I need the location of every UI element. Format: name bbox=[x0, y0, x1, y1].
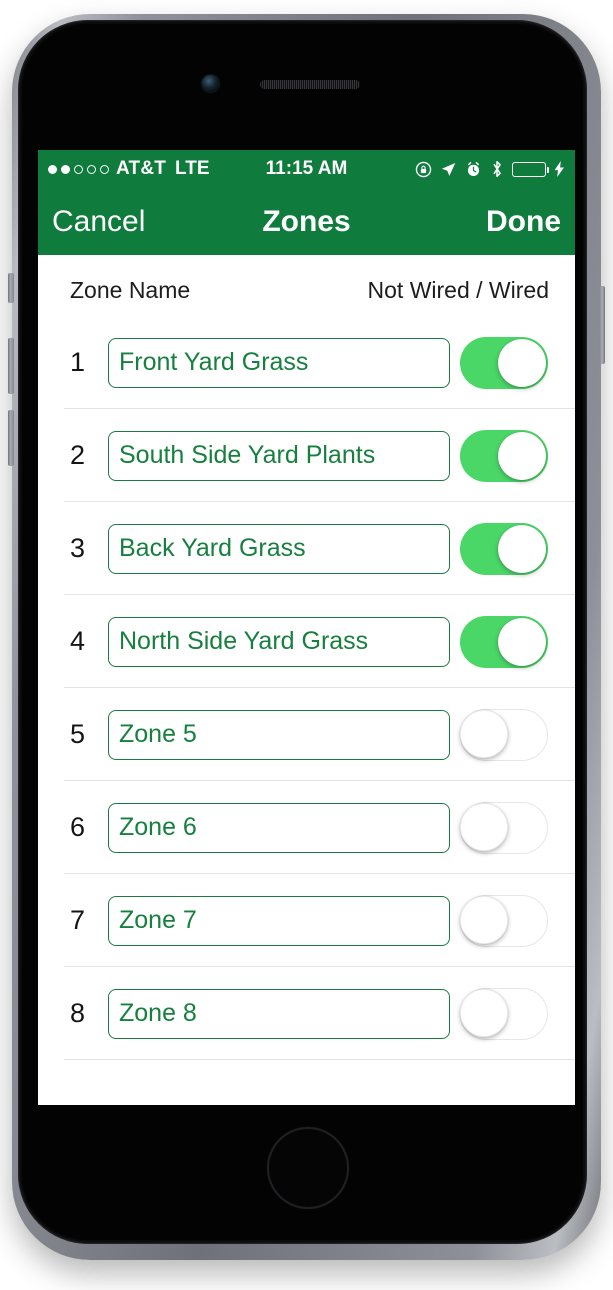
wired-toggle[interactable] bbox=[460, 894, 548, 947]
wired-toggle-cell bbox=[450, 987, 558, 1040]
zone-index-label: 7 bbox=[70, 905, 86, 935]
front-camera-icon bbox=[202, 75, 219, 92]
zone-index-label: 8 bbox=[70, 998, 86, 1028]
wired-toggle-cell bbox=[450, 429, 558, 482]
zone-index-label: 5 bbox=[70, 719, 86, 749]
zone-name-input[interactable] bbox=[108, 430, 450, 481]
wired-toggle[interactable] bbox=[460, 987, 548, 1040]
phone-screen: AT&T LTE 11:15 AM Cancel Zones Done Zone… bbox=[38, 150, 575, 1105]
toggle-knob bbox=[498, 338, 546, 387]
zone-index-label: 4 bbox=[70, 626, 86, 656]
wired-toggle-cell bbox=[450, 522, 558, 575]
wired-toggle[interactable] bbox=[460, 522, 548, 575]
zone-name-input[interactable] bbox=[108, 337, 450, 388]
charging-bolt-icon bbox=[554, 161, 565, 177]
wired-toggle[interactable] bbox=[460, 429, 548, 482]
signal-strength-icon bbox=[48, 164, 109, 174]
toggle-knob bbox=[498, 431, 546, 480]
zone-name-input[interactable] bbox=[108, 802, 450, 853]
toggle-knob bbox=[460, 895, 508, 944]
toggle-knob bbox=[498, 617, 546, 666]
list-column-headers: Zone Name Not Wired / Wired bbox=[38, 255, 575, 316]
zone-row: 4 bbox=[38, 595, 575, 688]
wired-toggle-cell bbox=[450, 801, 558, 854]
zone-index-label: 1 bbox=[70, 347, 86, 377]
zone-index-label: 3 bbox=[70, 533, 86, 563]
carrier-label: AT&T bbox=[116, 158, 167, 179]
zone-row: 1 bbox=[38, 316, 575, 409]
zones-content: Zone Name Not Wired / Wired 1 2 3 4 5 6 7 8 bbox=[38, 255, 575, 1105]
zone-row: 8 bbox=[38, 967, 575, 1060]
silent-switch[interactable] bbox=[8, 273, 14, 303]
status-bar-right bbox=[415, 160, 565, 178]
zone-name-input[interactable] bbox=[108, 895, 450, 946]
toggle-knob bbox=[498, 524, 546, 573]
zone-name-input[interactable] bbox=[108, 616, 450, 667]
earpiece-speaker-icon bbox=[260, 80, 360, 89]
battery-icon bbox=[512, 161, 550, 177]
wired-column-header: Not Wired / Wired bbox=[367, 277, 549, 303]
volume-down-button[interactable] bbox=[8, 410, 14, 466]
wired-toggle-cell bbox=[450, 708, 558, 761]
home-button[interactable] bbox=[267, 1127, 349, 1209]
volume-up-button[interactable] bbox=[8, 338, 14, 394]
zone-list: 1 2 3 4 5 6 7 8 bbox=[38, 316, 575, 1060]
status-bar: AT&T LTE 11:15 AM bbox=[38, 150, 575, 188]
toggle-knob bbox=[460, 709, 508, 758]
wired-toggle[interactable] bbox=[460, 801, 548, 854]
alarm-clock-icon bbox=[465, 161, 482, 178]
wired-toggle[interactable] bbox=[460, 615, 548, 668]
wired-toggle[interactable] bbox=[460, 336, 548, 389]
zone-name-input[interactable] bbox=[108, 709, 450, 760]
wired-toggle-cell bbox=[450, 336, 558, 389]
zone-row: 5 bbox=[38, 688, 575, 781]
wired-toggle[interactable] bbox=[460, 708, 548, 761]
zone-name-input[interactable] bbox=[108, 523, 450, 574]
power-button[interactable] bbox=[599, 286, 605, 364]
location-arrow-icon bbox=[440, 161, 457, 178]
zone-index-label: 6 bbox=[70, 812, 86, 842]
bluetooth-icon bbox=[490, 160, 504, 178]
zone-name-column-header: Zone Name bbox=[70, 277, 191, 303]
done-button[interactable]: Done bbox=[486, 205, 561, 239]
toggle-knob bbox=[460, 802, 508, 851]
zone-name-input[interactable] bbox=[108, 988, 450, 1039]
navigation-bar: Cancel Zones Done bbox=[38, 188, 575, 255]
status-bar-left: AT&T LTE bbox=[48, 158, 210, 180]
zone-row: 6 bbox=[38, 781, 575, 874]
zone-row: 7 bbox=[38, 874, 575, 967]
wired-toggle-cell bbox=[450, 894, 558, 947]
zone-index-label: 2 bbox=[70, 440, 86, 470]
wired-toggle-cell bbox=[450, 615, 558, 668]
cancel-button[interactable]: Cancel bbox=[52, 205, 145, 239]
zone-row: 2 bbox=[38, 409, 575, 502]
zone-row: 3 bbox=[38, 502, 575, 595]
toggle-knob bbox=[460, 988, 508, 1037]
rotation-lock-icon bbox=[415, 161, 432, 178]
network-type-label: LTE bbox=[175, 158, 210, 179]
